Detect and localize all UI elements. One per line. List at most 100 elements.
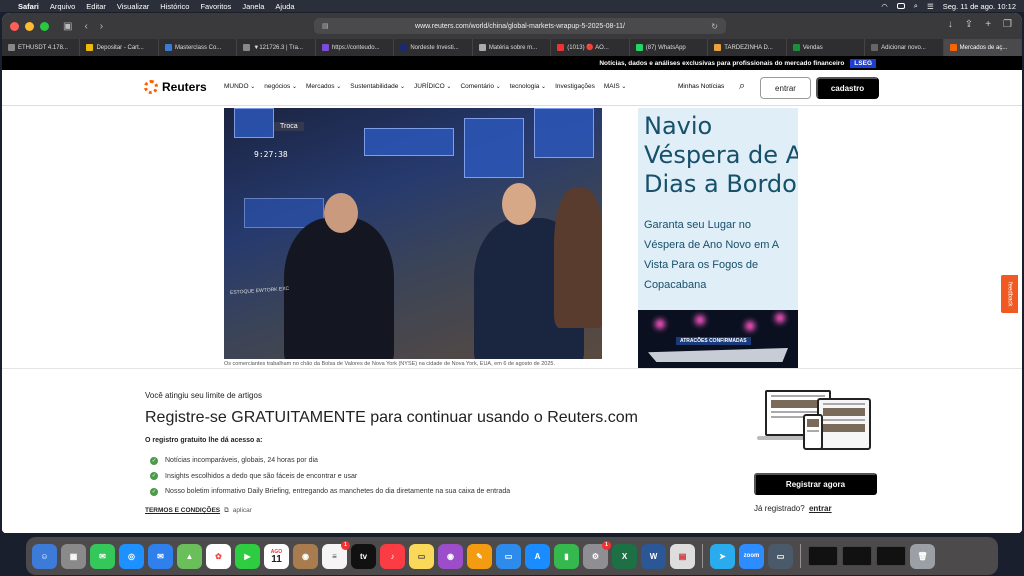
facetime-icon[interactable]: ▶ bbox=[235, 543, 260, 569]
music-icon[interactable]: ♪ bbox=[380, 543, 405, 569]
menubar-clock[interactable]: Seg. 11 de ago. 10:12 bbox=[943, 2, 1016, 11]
screenshot-app-icon[interactable]: ▭ bbox=[768, 543, 793, 569]
page-settings-icon[interactable]: ▤ bbox=[322, 22, 329, 30]
address-bar[interactable]: ▤ www.reuters.com/world/china/global-mar… bbox=[314, 18, 726, 34]
trash-icon[interactable]: 🗑 bbox=[910, 543, 935, 569]
wifi-icon[interactable]: ◠ bbox=[881, 2, 888, 11]
new-tab-icon[interactable]: + bbox=[985, 19, 991, 30]
tab[interactable]: Nordeste Investi... bbox=[394, 39, 473, 56]
menu-janela[interactable]: Janela bbox=[242, 2, 264, 11]
photos-icon[interactable]: ✿ bbox=[206, 543, 231, 569]
tab-overview-icon[interactable]: ❐ bbox=[1003, 19, 1012, 30]
download-icon[interactable]: ↓ bbox=[948, 19, 953, 30]
messages-icon[interactable]: ✉ bbox=[90, 543, 115, 569]
nav-sustentabilidade[interactable]: Sustentabilidade bbox=[350, 83, 405, 90]
menu-favoritos[interactable]: Favoritos bbox=[200, 2, 231, 11]
benefit-item: ✓ Insights escolhidos a dedo que são fáce… bbox=[150, 469, 510, 485]
back-arrow-icon[interactable]: ‹ bbox=[84, 21, 87, 32]
minimize-window-button[interactable] bbox=[25, 21, 34, 31]
tab-active[interactable]: Mercados de aç... bbox=[943, 39, 1022, 56]
minhas-noticias-link[interactable]: Minhas Notícias bbox=[678, 83, 724, 90]
app-store-icon[interactable]: A bbox=[525, 543, 550, 569]
battery-icon[interactable] bbox=[896, 3, 905, 9]
close-window-button[interactable] bbox=[10, 21, 19, 31]
sidebar-toggle-icon[interactable]: ▣ bbox=[63, 21, 72, 32]
tab[interactable]: ETHUSDT 4.178... bbox=[2, 39, 81, 56]
system-settings-icon[interactable]: ⚙ 1 bbox=[583, 540, 611, 569]
launchpad-icon[interactable]: ▦ bbox=[61, 543, 86, 569]
podcasts-icon[interactable]: ◉ bbox=[438, 543, 463, 569]
numbers-icon[interactable]: ▮ bbox=[554, 543, 579, 569]
nav-tecnologia[interactable]: tecnologia bbox=[510, 83, 546, 90]
nav-mundo[interactable]: MUNDO bbox=[224, 83, 255, 90]
signup-button[interactable]: cadastro bbox=[816, 77, 879, 99]
share-icon[interactable]: ⇪ bbox=[965, 19, 973, 30]
tab[interactable]: ▼121726.3 | Tra... bbox=[237, 39, 316, 56]
side-ad[interactable]: Navio Véspera de Ano Dias a Bordo Garant… bbox=[638, 108, 798, 310]
notes-icon[interactable]: ▭ bbox=[409, 543, 434, 569]
trader-back bbox=[554, 188, 602, 328]
forward-arrow-icon[interactable]: › bbox=[100, 21, 103, 32]
nav-mais[interactable]: MAIS bbox=[604, 83, 627, 90]
nav-comentario[interactable]: Comentário bbox=[460, 83, 500, 90]
mail-icon[interactable]: ✉ bbox=[148, 543, 173, 569]
nav-investigacoes[interactable]: Investigações bbox=[555, 83, 595, 90]
pages-icon[interactable]: ✎ bbox=[467, 543, 492, 569]
excel-icon[interactable]: X bbox=[612, 543, 637, 569]
tab[interactable]: (1013) 🔴 AO... bbox=[551, 39, 630, 56]
maps-icon[interactable]: ▲ bbox=[177, 543, 202, 569]
nav-mercados[interactable]: Mercados bbox=[306, 83, 341, 90]
menu-ajuda[interactable]: Ajuda bbox=[275, 2, 294, 11]
feedback-tab[interactable]: feedback bbox=[1001, 275, 1018, 313]
keynote-icon[interactable]: ▭ bbox=[496, 543, 521, 569]
calendar-icon[interactable]: AGO 11 bbox=[264, 543, 289, 569]
paywall-login-link[interactable]: entrar bbox=[809, 504, 832, 513]
apply-link[interactable]: aplicar bbox=[233, 507, 252, 515]
ad-banner-image[interactable]: ATRACÕES CONFIRMADAS bbox=[638, 310, 798, 368]
tab-label: Nordeste Investi... bbox=[410, 44, 459, 51]
finder-icon[interactable]: ☺ bbox=[32, 543, 57, 569]
apple-tv-icon[interactable]: tv bbox=[351, 543, 376, 569]
ad-line: Copacabana bbox=[644, 279, 707, 291]
terms-link[interactable]: TERMOS E CONDIÇÕES bbox=[145, 507, 220, 515]
favicon-icon bbox=[164, 44, 172, 51]
tab[interactable]: https://conteudo... bbox=[316, 39, 395, 56]
menu-historico[interactable]: Histórico bbox=[160, 2, 189, 11]
menu-editar[interactable]: Editar bbox=[86, 2, 106, 11]
spotlight-icon[interactable]: ⌕ bbox=[914, 1, 918, 11]
control-center-icon[interactable]: ☰ bbox=[927, 2, 934, 11]
tab[interactable]: Depositar - Cart... bbox=[80, 39, 159, 56]
macos-dock: ☺ ▦ ✉ ◎ ✉ ▲ ✿ ▶ AGO 11 ◉ ≡ 1 tv ♪ ▭ ◉ ✎ ▭ … bbox=[26, 537, 998, 575]
tab[interactable]: (87) WhatsApp bbox=[630, 39, 709, 56]
search-icon[interactable]: ⌕ bbox=[739, 80, 745, 93]
minimized-window-thumbnail[interactable] bbox=[808, 546, 838, 566]
nav-juridico[interactable]: JURÍDICO bbox=[414, 83, 451, 90]
login-button[interactable]: entrar bbox=[760, 77, 811, 99]
menu-visualizar[interactable]: Visualizar bbox=[117, 2, 149, 11]
safari-icon[interactable]: ◎ bbox=[119, 543, 144, 569]
word-icon[interactable]: W bbox=[641, 543, 666, 569]
minimized-window-thumbnail[interactable] bbox=[876, 546, 906, 566]
tab[interactable]: Adicionar novo... bbox=[865, 39, 944, 56]
contacts-icon[interactable]: ◉ bbox=[293, 543, 318, 569]
menu-arquivo[interactable]: Arquivo bbox=[50, 2, 75, 11]
tab[interactable]: Matéria sobre m... bbox=[473, 39, 552, 56]
register-now-button[interactable]: Registrar agora bbox=[754, 473, 877, 495]
reload-icon[interactable]: ↻ bbox=[711, 22, 718, 31]
already-text: Já registrado? bbox=[754, 504, 805, 513]
reuters-logo[interactable]: Reuters bbox=[144, 80, 207, 94]
zoom-icon[interactable]: zoom bbox=[739, 543, 764, 569]
zoom-window-button[interactable] bbox=[40, 21, 49, 31]
benefits-list: ✓ Notícias incomparáveis, globais, 24 hor… bbox=[150, 453, 510, 500]
nav-negocios[interactable]: negócios bbox=[264, 83, 297, 90]
preview-icon[interactable]: ▤ bbox=[670, 543, 695, 569]
reminders-icon[interactable]: ≡ 1 bbox=[322, 540, 350, 569]
minimized-window-thumbnail[interactable] bbox=[842, 546, 872, 566]
tab[interactable]: TARDEZINHA D... bbox=[708, 39, 787, 56]
telegram-icon[interactable]: ➤ bbox=[710, 543, 735, 569]
menu-safari[interactable]: Safari bbox=[18, 2, 39, 11]
promo-bar[interactable]: Notícias, dados e análises exclusivas pa… bbox=[2, 56, 1022, 70]
tab[interactable]: Masterclass Co... bbox=[159, 39, 238, 56]
tab[interactable]: Vendas bbox=[787, 39, 866, 56]
reuters-logo-icon bbox=[144, 80, 158, 94]
